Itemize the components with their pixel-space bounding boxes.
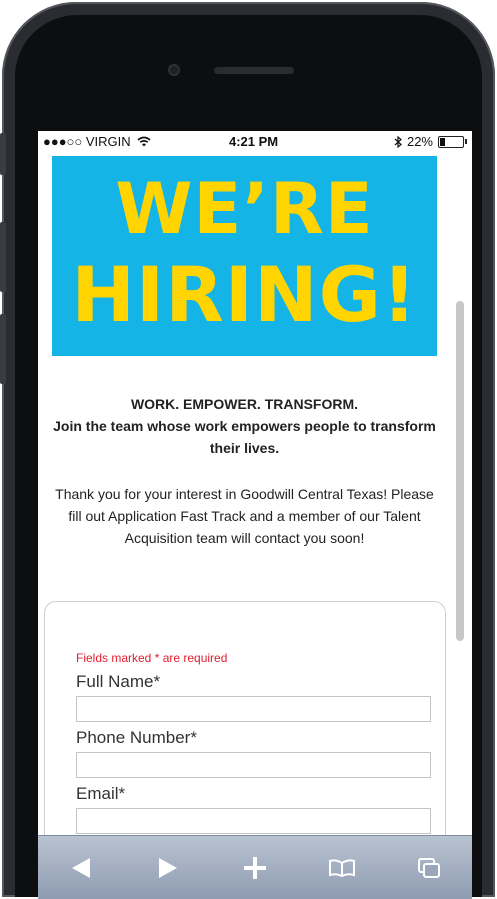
phone-number-input[interactable]: [76, 752, 431, 778]
email-input[interactable]: [76, 808, 431, 834]
bookmarks-book-icon: [328, 859, 355, 877]
battery-icon: [438, 135, 467, 148]
tagline-subheading: Join the team whose work empowers people…: [53, 418, 436, 456]
wifi-icon: [137, 136, 151, 147]
volume-down-button: [0, 314, 6, 384]
earpiece-speaker: [214, 67, 294, 74]
banner-line-2: HIRING!: [71, 250, 418, 339]
battery-fill: [440, 137, 445, 146]
email-label: Email*: [76, 784, 126, 803]
forward-arrow-icon: [159, 858, 178, 878]
required-fields-note: Fields marked * are required: [76, 651, 228, 665]
tagline-heading: WORK. EMPOWER. TRANSFORM.: [130, 396, 359, 412]
page-scrollbar[interactable]: [456, 301, 464, 641]
phone-number-label: Phone Number*: [76, 728, 197, 747]
bluetooth-icon: [394, 135, 402, 148]
new-page-button[interactable]: [230, 848, 280, 888]
plus-icon: [243, 857, 266, 879]
front-camera: [168, 64, 180, 76]
full-name-label: Full Name*: [76, 672, 161, 691]
back-arrow-icon: [72, 858, 91, 878]
battery-percent: 22%: [406, 134, 433, 149]
status-time: 4:21 PM: [229, 134, 279, 149]
tabs-icon: [417, 858, 440, 878]
tabs-button[interactable]: [404, 848, 454, 888]
forward-button[interactable]: [143, 848, 193, 888]
back-button[interactable]: [56, 848, 106, 888]
tagline: WORK. EMPOWER. TRANSFORM. Join the team …: [52, 393, 437, 459]
volume-up-button: [0, 222, 6, 292]
bookmarks-button[interactable]: [317, 848, 367, 888]
phone-screen: ●●●○○ VIRGIN 4:21 PM 22% WE’RE HIRING! W…: [38, 131, 472, 899]
banner-line-1: WE’RE: [115, 168, 374, 250]
hiring-banner: WE’RE HIRING!: [52, 156, 437, 356]
mute-switch: [0, 133, 6, 175]
intro-text: Thank you for your interest in Goodwill …: [55, 486, 434, 546]
carrier-label: ●●●○○ VIRGIN: [43, 134, 151, 149]
full-name-input[interactable]: [76, 696, 431, 722]
status-bar: ●●●○○ VIRGIN 4:21 PM 22%: [38, 131, 472, 153]
browser-toolbar: [38, 835, 472, 899]
status-right: 22%: [394, 134, 467, 149]
